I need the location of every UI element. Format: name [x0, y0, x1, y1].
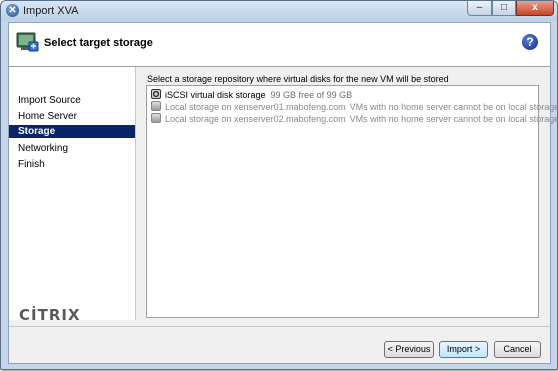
help-icon[interactable]: ?: [522, 34, 538, 50]
minimize-button[interactable]: –: [467, 1, 492, 16]
disk-disabled-icon: [151, 113, 161, 123]
window-title: Import XVA: [23, 5, 79, 17]
title-bar[interactable]: ✕ Import XVA – □ x: [1, 1, 557, 21]
sidebar-item-import-source: Import Source: [18, 95, 81, 106]
disk-disabled-icon: [151, 101, 161, 111]
sr-disabled-reason: VMs with no home server cannot be on loc…: [349, 102, 558, 112]
sidebar-item-networking: Networking: [18, 143, 69, 154]
citrix-logo: CİTRIX: [19, 306, 81, 324]
wizard-steps-sidebar: Import Source Home Server Storage Networ…: [9, 67, 136, 324]
wizard-header: Select target storage ?: [9, 23, 550, 67]
maximize-button[interactable]: □: [492, 1, 516, 16]
wizard-frame: Select target storage ? Import Source Ho…: [8, 22, 557, 364]
sr-name: Local storage on xenserver02.mabofeng.co…: [165, 114, 346, 124]
page-title: Select target storage: [44, 37, 153, 49]
storage-instruction-label: Select a storage repository where virtua…: [147, 74, 449, 84]
radio-selected-icon: [151, 89, 161, 99]
list-item-iscsi-storage[interactable]: iSCSI virtual disk storage 99 GB free of …: [151, 89, 352, 100]
list-item-local-storage-01: Local storage on xenserver01.mabofeng.co…: [151, 101, 558, 112]
footer-divider: [9, 326, 550, 327]
storage-repository-list[interactable]: iSCSI virtual disk storage 99 GB free of …: [146, 85, 557, 318]
cancel-button[interactable]: Cancel: [494, 341, 541, 358]
import-xva-window: ✕ Import XVA – □ x Select target storage…: [0, 0, 558, 370]
sr-name: iSCSI virtual disk storage: [165, 90, 266, 100]
sr-free-space: 99 GB free of 99 GB: [270, 90, 353, 100]
sr-disabled-reason: VMs with no home server cannot be on loc…: [349, 114, 558, 124]
import-button[interactable]: Import >: [439, 341, 488, 358]
close-button[interactable]: x: [516, 1, 554, 16]
sr-name: Local storage on xenserver01.mabofeng.co…: [165, 102, 346, 112]
sidebar-item-storage: Storage: [9, 125, 135, 138]
previous-button[interactable]: < Previous: [384, 341, 434, 358]
storage-wizard-icon: [16, 32, 39, 52]
xencenter-app-icon: ✕: [6, 4, 19, 17]
list-item-local-storage-02: Local storage on xenserver02.mabofeng.co…: [151, 113, 558, 124]
sidebar-item-home-server: Home Server: [18, 111, 77, 122]
sidebar-item-finish: Finish: [18, 159, 45, 170]
